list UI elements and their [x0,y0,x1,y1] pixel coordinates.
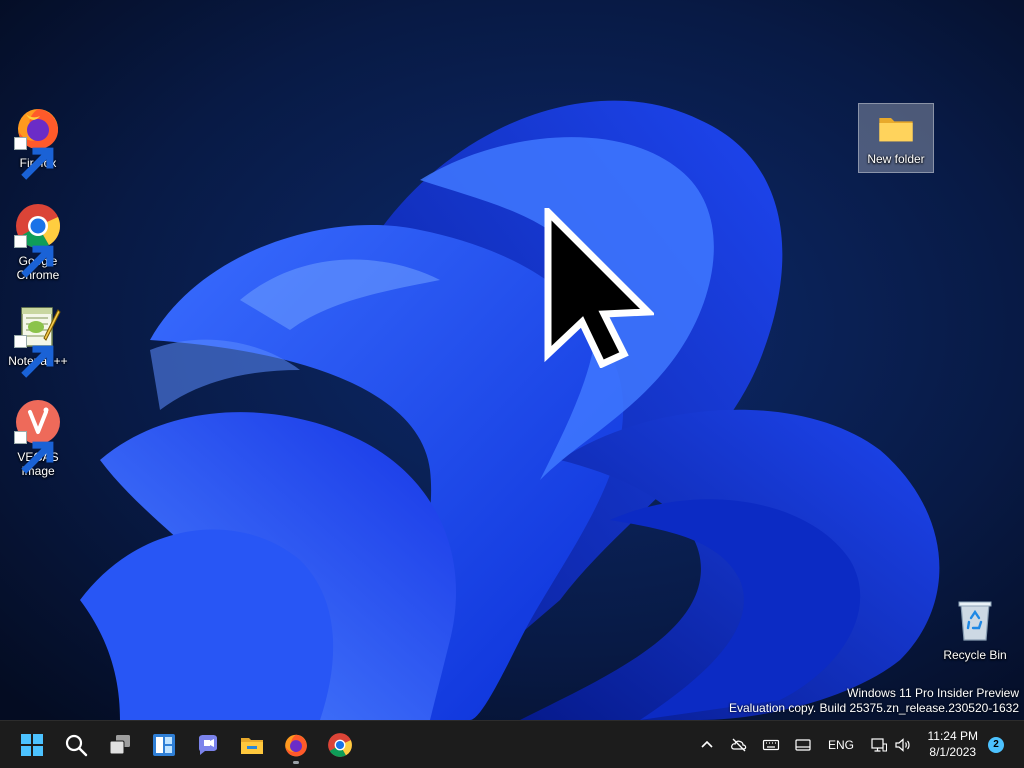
windows-evaluation-watermark: Windows 11 Pro Insider Preview Evaluatio… [729,686,1019,716]
network-icon [871,738,887,752]
desktop-icon-firefox[interactable]: Firefox [0,104,76,180]
taskbar-chrome-button[interactable] [320,725,360,765]
search-icon [65,734,88,757]
chrome-icon [328,733,352,757]
desktop-icon-google-chrome[interactable]: Google Chrome [0,202,76,282]
teams-chat-icon [199,735,217,755]
input-language-button[interactable]: ENG [826,733,856,757]
volume-button[interactable] [892,733,914,757]
watermark-edition: Windows 11 Pro Insider Preview [847,686,1019,700]
desktop-icon-label: Recycle Bin [943,648,1007,662]
file-explorer-button[interactable] [232,725,272,765]
shortcut-arrow-icon [14,335,54,378]
pen-menu-button[interactable] [792,733,814,757]
show-hidden-icons-button[interactable] [698,733,716,757]
shortcut-arrow-icon [14,431,54,474]
tablet-icon [795,739,811,751]
shortcut-arrow-icon [14,235,54,278]
task-view-button[interactable] [100,725,140,765]
widgets-button[interactable] [144,725,184,765]
folder-icon [879,118,913,142]
desktop-icon-recycle-bin[interactable]: Recycle Bin [937,596,1013,662]
onedrive-status-button[interactable] [728,733,750,757]
network-status-button[interactable] [868,733,890,757]
firefox-icon [285,734,307,757]
cloud-offline-icon [731,738,747,752]
clock-time: 11:24 PM [927,729,978,743]
search-button[interactable] [56,725,96,765]
chat-button[interactable] [188,725,228,765]
recycle-bin-icon [958,601,992,641]
notification-center-badge[interactable]: 2 [988,737,1004,753]
desktop-icon-notepad-plus-plus[interactable]: Notepad++ [0,302,76,378]
task-view-icon [109,735,130,755]
start-button[interactable] [12,725,52,765]
clock-date: 8/1/2023 [929,745,977,759]
widgets-icon [153,734,175,756]
keyboard-icon [762,739,780,751]
file-explorer-icon [241,738,263,754]
desktop-icon-vegas-image[interactable]: VEGAS Image [0,398,76,478]
chevron-up-icon [701,740,713,748]
mouse-pointer-icon [544,208,654,368]
desktop-icon-new-folder[interactable]: New folder [858,103,934,173]
clock-button[interactable]: 11:24 PM 8/1/2023 [928,728,978,760]
windows-start-icon [21,734,43,756]
watermark-build: Evaluation copy. Build 25375.zn_release.… [729,701,1019,715]
taskbar: ENG 11:24 PM 8/1/2023 2 [0,720,1024,768]
shortcut-arrow-icon [14,137,54,180]
speaker-icon [895,738,910,752]
desktop-icon-label: New folder [867,152,925,166]
touch-keyboard-button[interactable] [760,733,782,757]
taskbar-firefox-button[interactable] [276,725,316,765]
